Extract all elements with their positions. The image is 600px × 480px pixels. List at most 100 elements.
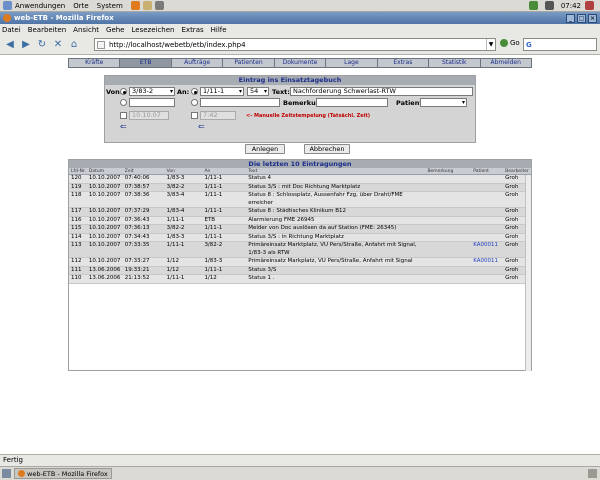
browser-launcher-icon[interactable] [130,1,140,10]
table-row[interactable]: 112 10.10.2007 07:33:27 1/12 1/83-3 Primärein… [69,258,531,267]
url-dropdown-icon[interactable]: ▼ [486,39,495,50]
mail-launcher-icon[interactable] [142,1,152,10]
date-arrow-icon[interactable]: ⇐ [120,123,127,131]
minimize-icon[interactable]: _ [566,13,575,23]
menu-lesezeichen[interactable]: Lesezeichen [132,26,175,34]
table-row[interactable]: 110 13.06.2006 21:13:52 1/11-1 1/12 Status 1 … [69,275,531,284]
cell-von: 1/11-1 [166,216,185,223]
table-row[interactable]: 119 10.10.2007 07:38:57 3/82-2 1/11-1 Status … [69,183,531,192]
reload-icon[interactable]: ↻ [35,38,49,52]
cell-text: Status 3/S : in Richtung Marktplatz [248,233,344,240]
tab-dokumente[interactable]: Dokumente [274,59,327,67]
table-row[interactable]: 114 10.10.2007 07:34:43 1/83-3 1/11-1 Status … [69,233,531,242]
tab-etb[interactable]: ETB [120,59,172,67]
cell-date: 10.10.2007 [88,183,121,190]
user-switch-icon[interactable] [585,1,594,10]
network-status-icon[interactable] [528,1,538,10]
url-text[interactable]: http://localhost/webetb/etb/index.php4 [109,41,246,49]
cell-date: 10.10.2007 [88,175,121,181]
cell-text: Status 1 . [248,275,275,281]
help-launcher-icon[interactable] [154,1,164,10]
cell-bem [425,242,471,257]
show-desktop-icon[interactable] [2,469,11,478]
stop-icon[interactable]: ✕ [51,38,65,52]
close-icon[interactable]: × [588,13,597,23]
cell-time: 07:37:29 [124,208,150,214]
date-input[interactable]: 10.10.07 [129,111,169,120]
von-radio-free[interactable] [120,99,127,106]
an-free-input[interactable] [200,98,280,107]
taskbar-item-firefox[interactable]: web-ETB - Mozilla Firefox [14,468,112,479]
von-free-input[interactable] [129,98,175,107]
cancel-button[interactable]: Abbrechen [304,144,350,154]
cell-date: 10.10.2007 [88,242,121,248]
von-radio-select[interactable] [120,88,127,95]
cell-pat [471,225,503,233]
manual-date-checkbox[interactable] [120,112,127,119]
home-icon[interactable]: ⌂ [67,38,81,52]
tab-kraefte[interactable]: Kräfte [69,59,121,67]
cell-bem [425,225,471,233]
tab-extras[interactable]: Extras [377,59,430,67]
go-button[interactable]: Go [500,39,520,47]
menu-bearbeiten[interactable]: Bearbeiten [28,26,66,34]
cell-pat [471,275,503,283]
table-row[interactable]: 113 10.10.2007 07:33:35 1/11-1 3/82-2 Primäre… [69,242,531,258]
panel-menu-system[interactable]: System [97,2,123,10]
col-an: An [204,169,211,174]
cell-an: 1/11-1 [204,175,223,181]
menu-ansicht[interactable]: Ansicht [73,26,99,34]
table-row[interactable]: 118 10.10.2007 07:38:36 3/83-4 1/11-1 Status … [69,192,531,208]
an-radio-select[interactable] [191,88,198,95]
time-arrow-icon[interactable]: ⇐ [198,123,205,131]
tab-patienten[interactable]: Patienten [223,59,275,67]
google-search-icon: G [526,40,532,49]
table-row[interactable]: 116 10.10.2007 07:36:43 1/11-1 ETB Alarmierun… [69,216,531,225]
text-label: Text: [272,88,290,96]
cell-an: 1/11-1 [204,225,223,231]
tab-statistik[interactable]: Statistik [429,59,481,67]
tab-abmelden[interactable]: Abmelden [480,59,531,67]
an-select[interactable]: 1/11-1 [200,87,244,96]
panel-menu-applications[interactable]: Anwendungen [15,2,65,10]
table-row[interactable]: 115 10.10.2007 07:36:13 3/82-2 1/11-1 Melder … [69,225,531,234]
menu-gehe[interactable]: Gehe [106,26,124,34]
patient-select[interactable] [420,98,467,107]
panel-menu-places[interactable]: Orte [73,2,88,10]
cell-an: 1/11-1 [204,233,223,240]
url-bar[interactable]: http://localhost/webetb/etb/index.php4 ▼ [94,38,496,51]
tab-auftraege[interactable]: Aufträge [171,59,224,67]
volume-icon[interactable] [544,1,554,10]
table-row[interactable]: 111 13.06.2006 19:33:21 1/12 1/11-1 Status 3/… [69,266,531,275]
menu-datei[interactable]: Datei [2,26,21,34]
back-icon[interactable]: ◀ [3,38,17,52]
table-row[interactable]: 120 10.10.2007 07:40:06 1/83-3 1/11-1 Status … [69,175,531,184]
priority-select[interactable]: 54 [247,87,269,96]
cell-pat [471,175,503,183]
von-select[interactable]: 3/83-2 [129,87,175,96]
bemerkung-input[interactable] [316,98,388,107]
cell-pat[interactable]: KA00011 [471,258,503,266]
list-scrollbar[interactable] [525,175,531,371]
table-row[interactable]: 117 10.10.2007 07:37:29 1/83-4 1/11-1 Status … [69,208,531,217]
an-radio-free[interactable] [191,99,198,106]
window-titlebar[interactable]: web-ETB - Mozilla Firefox _ □ × [0,12,600,24]
cell-pat [471,234,503,242]
tab-lage[interactable]: Lage [326,59,378,67]
forward-icon[interactable]: ▶ [19,38,33,52]
text-input[interactable]: Nachforderung Schwerlast-RTW [290,87,473,96]
cell-bem [425,217,471,225]
maximize-icon[interactable]: □ [577,13,586,23]
time-input[interactable]: 7:42 [200,111,236,120]
cell-pat[interactable]: KA00011 [471,242,503,257]
trash-icon[interactable] [588,469,597,478]
cell-date: 13.06.2006 [88,275,121,281]
manual-time-checkbox[interactable] [191,112,198,119]
search-input[interactable]: G [523,38,597,51]
cell-von: 1/12 [166,266,179,273]
menu-hilfe[interactable]: Hilfe [211,26,227,34]
menu-extras[interactable]: Extras [182,26,204,34]
add-entry-button[interactable]: Anlegen [245,144,285,154]
panel-clock[interactable]: 07:42 [561,2,581,10]
gnome-foot-icon[interactable] [3,1,12,10]
